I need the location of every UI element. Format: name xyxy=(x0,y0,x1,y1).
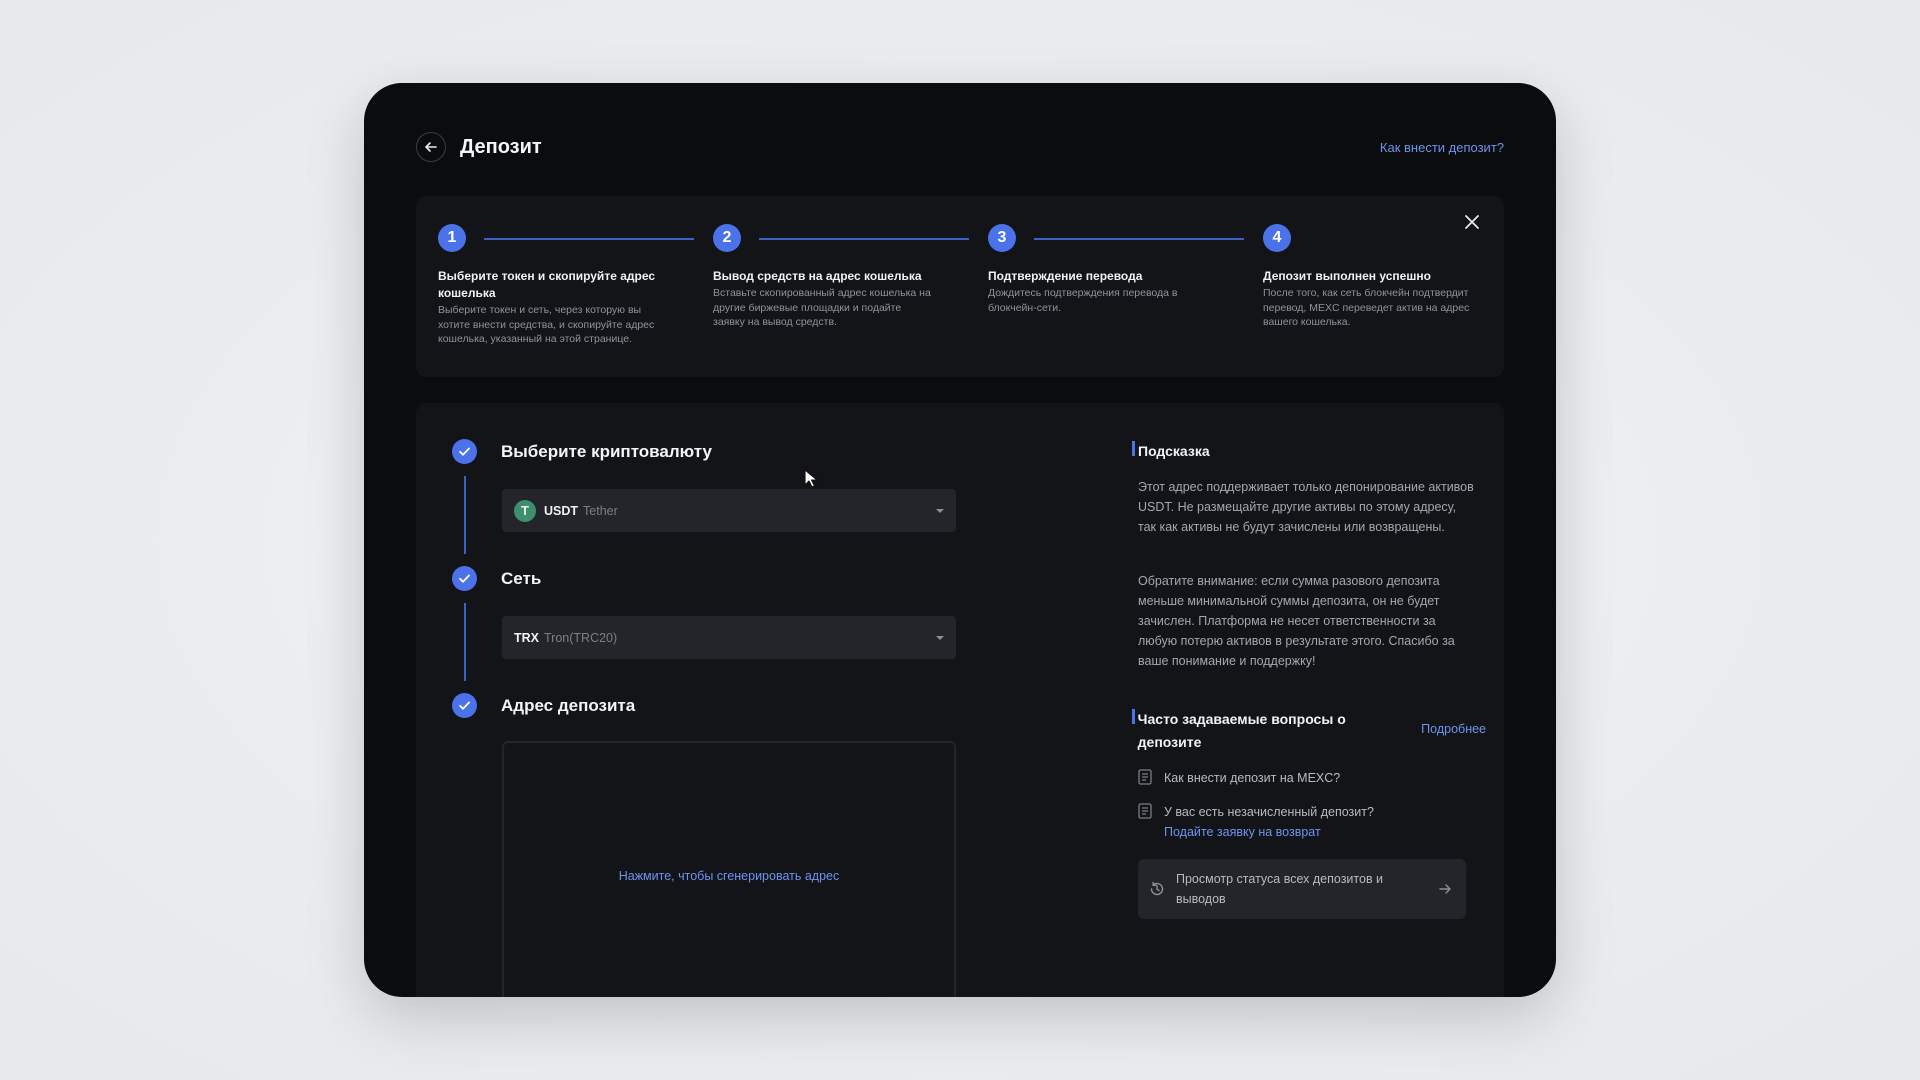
check-icon xyxy=(459,574,470,583)
address-label: Адрес депозита xyxy=(501,695,636,715)
heading-accent-bar xyxy=(1132,441,1135,456)
crypto-select[interactable]: T USDT Tether xyxy=(502,489,956,532)
faq-item-2: У вас есть незачисленный депозит? Подайт… xyxy=(1138,802,1374,842)
step-description: Вставьте скопированный адрес кошелька на… xyxy=(713,287,931,328)
arrow-right-icon xyxy=(1439,884,1451,894)
step-description: После того, как сеть блокчейн подтвердит… xyxy=(1263,287,1470,328)
step-number: 3 xyxy=(988,224,1016,252)
step-1: 1 Выберите токен и скопируйте адрес коше… xyxy=(438,224,694,347)
document-icon xyxy=(1138,803,1152,819)
view-status-label: Просмотр статуса всех депозитов и выводо… xyxy=(1176,872,1384,906)
network-label: Сеть xyxy=(501,568,542,588)
step-4: 4 Депозит выполнен успешно После того, к… xyxy=(1263,224,1479,330)
faq-heading: Часто задаваемые вопросы о депозите xyxy=(1132,708,1382,754)
hint-title: Подсказка xyxy=(1138,443,1210,459)
chevron-down-icon xyxy=(936,508,944,513)
hint-heading: Подсказка xyxy=(1132,440,1210,463)
crypto-symbol: USDT xyxy=(544,503,579,518)
check-icon xyxy=(459,447,470,456)
step-connector xyxy=(759,238,969,240)
step-number: 4 xyxy=(1263,224,1291,252)
step-2: 2 Вывод средств на адрес кошелька Вставь… xyxy=(713,224,969,330)
step-3: 3 Подтверждение перевода Дождитесь подтв… xyxy=(988,224,1244,315)
hint-paragraph-1: Этот адрес поддерживает только депониров… xyxy=(1138,480,1474,534)
step-number: 2 xyxy=(713,224,741,252)
crypto-label: Выберите криптовалюту xyxy=(501,441,712,461)
history-icon xyxy=(1150,881,1164,896)
how-to-deposit-link[interactable]: Как внести депозит? xyxy=(1380,140,1504,155)
faq-question[interactable]: Как внести депозит на MEXC? xyxy=(1164,768,1340,788)
mouse-cursor-icon xyxy=(804,469,817,488)
tether-icon: T xyxy=(514,499,536,522)
step-title: Депозит выполнен успешно xyxy=(1263,269,1431,283)
check-icon xyxy=(459,701,470,710)
back-button[interactable] xyxy=(416,132,446,162)
document-icon xyxy=(1138,769,1152,785)
network-step: Сеть xyxy=(452,566,541,591)
page-title: Депозит xyxy=(460,135,542,158)
network-name: Tron(TRC20) xyxy=(544,630,618,645)
view-status-button[interactable]: Просмотр статуса всех депозитов и выводо… xyxy=(1138,859,1466,919)
faq-more-link[interactable]: Подробнее xyxy=(1421,722,1486,736)
step-complete-check xyxy=(452,566,477,591)
step-number: 1 xyxy=(438,224,466,252)
step-description: Дождитесь подтверждения перевода в блокч… xyxy=(988,287,1178,314)
faq-question: У вас есть незачисленный депозит? xyxy=(1164,805,1374,819)
faq-title: Часто задаваемые вопросы о депозите xyxy=(1137,711,1346,750)
back-arrow-icon xyxy=(425,142,437,152)
step-connector xyxy=(464,476,466,554)
hint-paragraph-2: Обратите внимание: если сумма разового д… xyxy=(1138,574,1455,668)
step-title: Выберите токен и скопируйте адрес кошель… xyxy=(438,269,656,300)
deposit-form-card: Выберите криптовалюту T USDT Tether Сеть… xyxy=(416,403,1504,997)
faq-item-1[interactable]: Как внести депозит на MEXC? xyxy=(1138,768,1340,788)
steps-guide: 1 Выберите токен и скопируйте адрес коше… xyxy=(416,196,1504,377)
network-symbol: TRX xyxy=(514,630,539,645)
device-frame: Депозит Как внести депозит? 1 Выберите т… xyxy=(364,83,1556,997)
step-complete-check xyxy=(452,439,477,464)
step-title: Подтверждение перевода xyxy=(988,269,1143,283)
deposit-address-box: Нажмите, чтобы сгенерировать адрес xyxy=(502,741,956,997)
crypto-step: Выберите криптовалюту xyxy=(452,439,712,464)
step-connector xyxy=(484,238,694,240)
step-complete-check xyxy=(452,693,477,718)
step-connector xyxy=(464,603,466,681)
step-connector xyxy=(1034,238,1244,240)
refund-request-link[interactable]: Подайте заявку на возврат xyxy=(1164,822,1374,842)
generate-address-link[interactable]: Нажмите, чтобы сгенерировать адрес xyxy=(619,869,840,883)
page-header: Депозит Как внести депозит? xyxy=(416,132,1504,162)
step-description: Выберите токен и сеть, через которую вы … xyxy=(438,304,655,345)
deposit-page: Депозит Как внести депозит? 1 Выберите т… xyxy=(364,83,1556,997)
address-step: Адрес депозита xyxy=(452,693,635,718)
chevron-down-icon xyxy=(936,635,944,640)
crypto-name: Tether xyxy=(583,503,618,518)
heading-accent-bar xyxy=(1132,709,1135,724)
step-title: Вывод средств на адрес кошелька xyxy=(713,269,922,283)
faq-item-2-content: У вас есть незачисленный депозит? Подайт… xyxy=(1164,802,1374,842)
network-select[interactable]: TRX Tron(TRC20) xyxy=(502,616,956,659)
